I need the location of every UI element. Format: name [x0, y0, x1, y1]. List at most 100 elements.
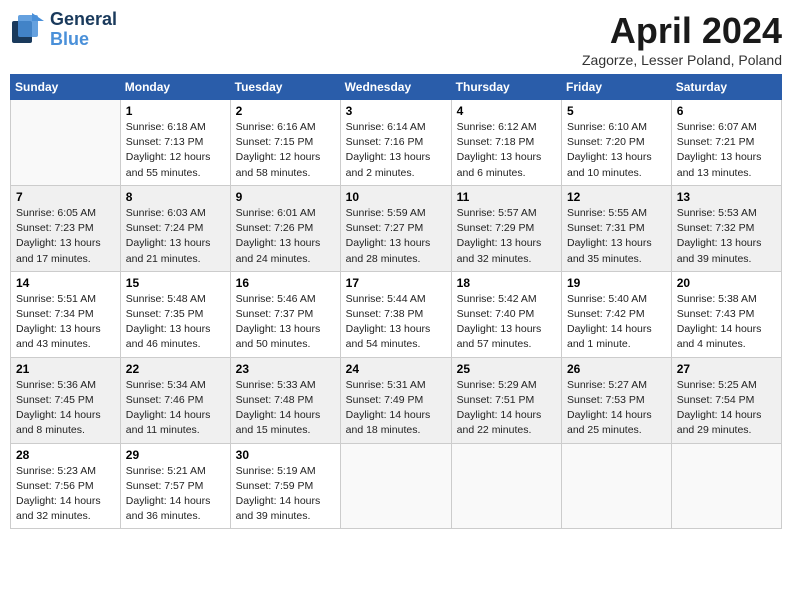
calendar-day-cell [451, 443, 561, 529]
day-info: Sunrise: 5:40 AM Sunset: 7:42 PM Dayligh… [567, 292, 666, 353]
day-number: 30 [236, 448, 335, 462]
day-number: 22 [126, 362, 225, 376]
logo: General Blue [10, 10, 117, 50]
day-info: Sunrise: 5:59 AM Sunset: 7:27 PM Dayligh… [346, 206, 446, 267]
calendar-day-cell: 26Sunrise: 5:27 AM Sunset: 7:53 PM Dayli… [562, 357, 672, 443]
calendar-week-row: 1 Sunrise: 6:18 AM Sunset: 7:13 PM Daylig… [11, 100, 782, 186]
day-info: Sunrise: 5:55 AM Sunset: 7:31 PM Dayligh… [567, 206, 666, 267]
calendar-day-cell: 19 Sunrise: 5:40 AM Sunset: 7:42 PM Dayli… [562, 271, 672, 357]
calendar-day-cell [340, 443, 451, 529]
day-number: 21 [16, 362, 115, 376]
calendar-day-cell: 9Sunrise: 6:01 AM Sunset: 7:26 PM Daylig… [230, 185, 340, 271]
calendar-day-cell: 30 Sunrise: 5:19 AM Sunset: 7:59 PM Dayli… [230, 443, 340, 529]
calendar-day-cell: 8Sunrise: 6:03 AM Sunset: 7:24 PM Daylig… [120, 185, 230, 271]
calendar-day-cell: 10 Sunrise: 5:59 AM Sunset: 7:27 PM Dayli… [340, 185, 451, 271]
calendar-day-cell: 14 Sunrise: 5:51 AM Sunset: 7:34 PM Dayli… [11, 271, 121, 357]
calendar-day-cell: 20 Sunrise: 5:38 AM Sunset: 7:43 PM Dayli… [671, 271, 781, 357]
day-number: 20 [677, 276, 776, 290]
day-info: Sunrise: 6:18 AM Sunset: 7:13 PM Dayligh… [126, 120, 225, 181]
header-friday: Friday [562, 75, 672, 100]
day-number: 18 [457, 276, 556, 290]
page-header: General Blue April 2024 Zagorze, Lesser … [10, 10, 782, 68]
calendar-day-cell: 16 Sunrise: 5:46 AM Sunset: 7:37 PM Dayli… [230, 271, 340, 357]
day-info: Sunrise: 5:57 AM Sunset: 7:29 PM Dayligh… [457, 206, 556, 267]
calendar-day-cell: 25 Sunrise: 5:29 AM Sunset: 7:51 PM Dayli… [451, 357, 561, 443]
day-number: 1 [126, 104, 225, 118]
header-tuesday: Tuesday [230, 75, 340, 100]
day-number: 6 [677, 104, 776, 118]
day-number: 25 [457, 362, 556, 376]
day-info: Sunrise: 5:38 AM Sunset: 7:43 PM Dayligh… [677, 292, 776, 353]
day-info: Sunrise: 6:03 AM Sunset: 7:24 PM Dayligh… [126, 206, 225, 267]
header-thursday: Thursday [451, 75, 561, 100]
day-number: 23 [236, 362, 335, 376]
day-number: 15 [126, 276, 225, 290]
day-number: 28 [16, 448, 115, 462]
day-info: Sunrise: 5:29 AM Sunset: 7:51 PM Dayligh… [457, 378, 556, 439]
logo-general: General [50, 10, 117, 30]
location: Zagorze, Lesser Poland, Poland [582, 52, 782, 68]
day-number: 19 [567, 276, 666, 290]
day-number: 4 [457, 104, 556, 118]
day-info: Sunrise: 5:48 AM Sunset: 7:35 PM Dayligh… [126, 292, 225, 353]
calendar-day-cell: 11 Sunrise: 5:57 AM Sunset: 7:29 PM Dayli… [451, 185, 561, 271]
title-block: April 2024 Zagorze, Lesser Poland, Polan… [582, 10, 782, 68]
day-number: 24 [346, 362, 446, 376]
calendar-day-cell: 5Sunrise: 6:10 AM Sunset: 7:20 PM Daylig… [562, 100, 672, 186]
calendar-day-cell [11, 100, 121, 186]
day-number: 16 [236, 276, 335, 290]
header-monday: Monday [120, 75, 230, 100]
calendar-day-cell: 3Sunrise: 6:14 AM Sunset: 7:16 PM Daylig… [340, 100, 451, 186]
day-info: Sunrise: 6:16 AM Sunset: 7:15 PM Dayligh… [236, 120, 335, 181]
calendar-day-cell: 1 Sunrise: 6:18 AM Sunset: 7:13 PM Daylig… [120, 100, 230, 186]
calendar-day-cell: 13 Sunrise: 5:53 AM Sunset: 7:32 PM Dayli… [671, 185, 781, 271]
header-sunday: Sunday [11, 75, 121, 100]
calendar-day-cell: 29 Sunrise: 5:21 AM Sunset: 7:57 PM Dayli… [120, 443, 230, 529]
logo-blue: Blue [50, 30, 117, 50]
calendar-day-cell: 6 Sunrise: 6:07 AM Sunset: 7:21 PM Daylig… [671, 100, 781, 186]
calendar-day-cell: 7 Sunrise: 6:05 AM Sunset: 7:23 PM Daylig… [11, 185, 121, 271]
day-info: Sunrise: 5:51 AM Sunset: 7:34 PM Dayligh… [16, 292, 115, 353]
day-info: Sunrise: 5:31 AM Sunset: 7:49 PM Dayligh… [346, 378, 446, 439]
calendar-week-row: 7 Sunrise: 6:05 AM Sunset: 7:23 PM Daylig… [11, 185, 782, 271]
day-info: Sunrise: 5:34 AM Sunset: 7:46 PM Dayligh… [126, 378, 225, 439]
calendar-day-cell [671, 443, 781, 529]
calendar-header-row: Sunday Monday Tuesday Wednesday Thursday… [11, 75, 782, 100]
day-info: Sunrise: 5:33 AM Sunset: 7:48 PM Dayligh… [236, 378, 335, 439]
calendar-day-cell: 23 Sunrise: 5:33 AM Sunset: 7:48 PM Dayli… [230, 357, 340, 443]
day-info: Sunrise: 5:27 AM Sunset: 7:53 PM Dayligh… [567, 378, 666, 439]
calendar-day-cell: 18 Sunrise: 5:42 AM Sunset: 7:40 PM Dayli… [451, 271, 561, 357]
calendar-day-cell: 2 Sunrise: 6:16 AM Sunset: 7:15 PM Daylig… [230, 100, 340, 186]
day-number: 27 [677, 362, 776, 376]
calendar-week-row: 21 Sunrise: 5:36 AM Sunset: 7:45 PM Dayli… [11, 357, 782, 443]
day-number: 14 [16, 276, 115, 290]
day-number: 10 [346, 190, 446, 204]
day-info: Sunrise: 5:19 AM Sunset: 7:59 PM Dayligh… [236, 464, 335, 525]
day-number: 11 [457, 190, 556, 204]
day-info: Sunrise: 6:05 AM Sunset: 7:23 PM Dayligh… [16, 206, 115, 267]
calendar-table: Sunday Monday Tuesday Wednesday Thursday… [10, 74, 782, 529]
day-number: 13 [677, 190, 776, 204]
day-info: Sunrise: 5:46 AM Sunset: 7:37 PM Dayligh… [236, 292, 335, 353]
day-number: 2 [236, 104, 335, 118]
day-number: 9 [236, 190, 335, 204]
day-info: Sunrise: 5:21 AM Sunset: 7:57 PM Dayligh… [126, 464, 225, 525]
header-saturday: Saturday [671, 75, 781, 100]
calendar-day-cell: 4Sunrise: 6:12 AM Sunset: 7:18 PM Daylig… [451, 100, 561, 186]
calendar-day-cell: 28Sunrise: 5:23 AM Sunset: 7:56 PM Dayli… [11, 443, 121, 529]
calendar-day-cell: 22 Sunrise: 5:34 AM Sunset: 7:46 PM Dayli… [120, 357, 230, 443]
day-info: Sunrise: 5:44 AM Sunset: 7:38 PM Dayligh… [346, 292, 446, 353]
day-info: Sunrise: 5:42 AM Sunset: 7:40 PM Dayligh… [457, 292, 556, 353]
calendar-day-cell: 17 Sunrise: 5:44 AM Sunset: 7:38 PM Dayli… [340, 271, 451, 357]
day-info: Sunrise: 5:53 AM Sunset: 7:32 PM Dayligh… [677, 206, 776, 267]
day-number: 7 [16, 190, 115, 204]
calendar-day-cell [562, 443, 672, 529]
day-info: Sunrise: 6:07 AM Sunset: 7:21 PM Dayligh… [677, 120, 776, 181]
day-number: 17 [346, 276, 446, 290]
calendar-day-cell: 12Sunrise: 5:55 AM Sunset: 7:31 PM Dayli… [562, 185, 672, 271]
day-info: Sunrise: 5:36 AM Sunset: 7:45 PM Dayligh… [16, 378, 115, 439]
day-number: 29 [126, 448, 225, 462]
calendar-day-cell: 24 Sunrise: 5:31 AM Sunset: 7:49 PM Dayli… [340, 357, 451, 443]
month-title: April 2024 [582, 10, 782, 52]
day-number: 3 [346, 104, 446, 118]
